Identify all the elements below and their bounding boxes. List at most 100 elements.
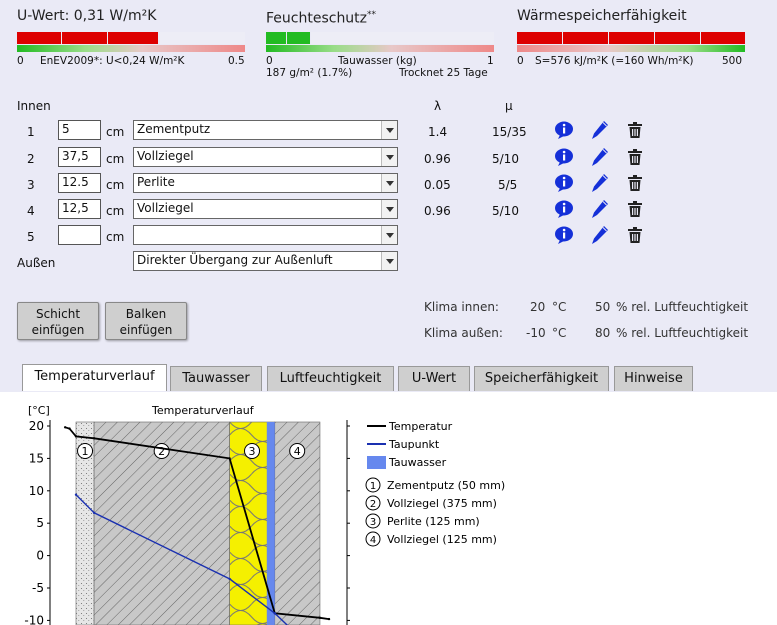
tab-speicherfähigkeit[interactable]: Speicherfähigkeit	[474, 366, 609, 391]
legend-label: Temperatur	[388, 420, 453, 433]
dewpoint-point	[74, 493, 78, 496]
pencil-icon[interactable]	[591, 147, 609, 167]
layer-thickness-input[interactable]: 37,5	[58, 147, 101, 167]
climate-outer-humidity[interactable]: 80	[595, 326, 610, 340]
dewpoint-point	[228, 577, 231, 581]
layer-mu: 5/10	[492, 152, 519, 166]
heat-bar	[517, 32, 745, 44]
heat-scale-max: 500	[722, 55, 743, 67]
layer-lambda: 0.96	[424, 152, 451, 166]
pencil-icon[interactable]	[591, 199, 609, 219]
pencil-icon[interactable]	[591, 120, 609, 140]
heat-title: Wärmespeicherfähigkeit	[517, 8, 687, 24]
y-tick-label: 0	[36, 549, 44, 563]
legend-label: Tauwasser	[388, 456, 447, 469]
chart-title: Temperaturverlauf	[151, 404, 255, 417]
heat-seg-5	[701, 32, 745, 44]
info-icon[interactable]	[554, 226, 574, 244]
heat-scale-min: 0	[517, 55, 524, 67]
climate-outer-label: Klima außen:	[424, 326, 503, 340]
temperature-point	[63, 426, 67, 429]
y-tick-label: 10	[29, 484, 44, 498]
layer-number: 2	[27, 152, 35, 166]
tab-temperaturverlauf[interactable]: Temperaturverlauf	[22, 364, 167, 391]
heat-seg-2	[563, 32, 608, 44]
moisture-scale-label: Tauwasser (kg)	[338, 55, 417, 67]
pencil-icon[interactable]	[591, 225, 609, 245]
layer-lambda: 0.96	[424, 204, 451, 218]
tab-hinweise[interactable]: Hinweise	[614, 366, 693, 391]
outer-label: Außen	[17, 256, 56, 270]
dewpoint-point	[273, 612, 276, 615]
add-layer-line1: Schicht	[35, 307, 81, 321]
trash-icon[interactable]	[627, 122, 643, 139]
moisture-dry-time: Trocknet 25 Tage	[399, 67, 488, 79]
layer-material-select[interactable]	[133, 225, 398, 245]
layer-material-value: Vollziegel	[137, 201, 194, 215]
layer-material-select[interactable]: Zementputz	[133, 120, 398, 140]
add-beam-button[interactable]: Balken einfügen	[105, 302, 187, 340]
trash-icon[interactable]	[627, 201, 643, 218]
chevron-down-icon	[381, 148, 397, 166]
y-tick-label: -10	[24, 613, 44, 625]
y-tick-label: 15	[29, 451, 44, 465]
layer-thickness-input[interactable]: 12.5	[58, 173, 101, 193]
uvalue-gradient	[17, 45, 245, 52]
layer-lambda: 1.4	[428, 125, 448, 139]
trash-icon[interactable]	[627, 227, 643, 244]
layer-material-select[interactable]: Vollziegel	[133, 147, 398, 167]
pencil-icon[interactable]	[591, 173, 609, 193]
info-icon[interactable]	[554, 174, 574, 192]
tab-luftfeuchtigkeit[interactable]: Luftfeuchtigkeit	[267, 366, 394, 391]
y-tick-label: 20	[29, 419, 44, 433]
layer-thickness-input[interactable]: 12,5	[58, 199, 101, 219]
legend-number: 2	[370, 499, 376, 510]
info-icon[interactable]	[554, 200, 574, 218]
heat-gradient	[517, 45, 745, 52]
uvalue-seg-3	[108, 32, 158, 44]
chart-ylabel: [°C]	[28, 404, 50, 417]
layer-number-label: 3	[249, 445, 256, 458]
add-layer-button[interactable]: Schicht einfügen	[17, 302, 99, 340]
layer-thickness-input[interactable]: 5	[58, 120, 101, 140]
info-icon[interactable]	[554, 148, 574, 166]
legend-label: Vollziegel (125 mm)	[387, 533, 497, 546]
climate-outer-humidity-unit: % rel. Luftfeuchtigkeit	[616, 326, 749, 340]
climate-inner-temp[interactable]: 20	[530, 300, 545, 314]
chevron-down-icon	[381, 174, 397, 192]
legend-label: Perlite (125 mm)	[387, 515, 480, 528]
layer-material-value: Vollziegel	[137, 149, 194, 163]
layer-unit: cm	[106, 125, 125, 139]
layer-thickness-input[interactable]	[58, 225, 101, 245]
uvalue-seg-1	[17, 32, 61, 44]
moisture-title: Feuchteschutz**	[266, 10, 376, 27]
layer-material-select[interactable]: Perlite	[133, 173, 398, 193]
layer-unit: cm	[106, 178, 125, 192]
y-tick-label: 5	[36, 516, 44, 530]
temperature-point	[327, 617, 331, 621]
add-beam-line2: einfügen	[119, 323, 173, 337]
layer-material-select[interactable]: Vollziegel	[133, 199, 398, 219]
lambda-header: λ	[434, 99, 442, 113]
tab-u-wert[interactable]: U-Wert	[398, 366, 470, 391]
climate-outer-temp[interactable]: -10	[526, 326, 546, 340]
climate-inner-temp-unit: °C	[552, 300, 567, 314]
uvalue-scale-label: EnEV2009*: U<0,24 W/m²K	[40, 55, 185, 67]
trash-icon[interactable]	[627, 175, 643, 192]
info-icon[interactable]	[554, 121, 574, 139]
legend-label: Vollziegel (375 mm)	[387, 497, 497, 510]
moisture-scale-min: 0	[266, 55, 273, 67]
climate-outer-temp-unit: °C	[552, 326, 567, 340]
uvalue-seg-empty	[160, 32, 245, 44]
layer-unit: cm	[106, 230, 125, 244]
temperature-chart: 20 15 10 5 0 -5 -10 [°C] Temperaturverlauf 1 2 3 4 Te…	[24, 404, 505, 625]
trash-icon[interactable]	[627, 149, 643, 166]
layer-unit: cm	[106, 152, 125, 166]
climate-inner-humidity[interactable]: 50	[595, 300, 610, 314]
uvalue-title: U-Wert: 0,31 W/m²K	[17, 8, 157, 24]
outer-transition-select[interactable]: Direkter Übergang zur Außenluft	[133, 251, 398, 271]
tab-tauwasser[interactable]: Tauwasser	[170, 366, 262, 391]
moisture-title-sup: **	[367, 10, 377, 20]
layer-number: 4	[27, 204, 35, 218]
layer-material-value: Zementputz	[137, 122, 211, 136]
